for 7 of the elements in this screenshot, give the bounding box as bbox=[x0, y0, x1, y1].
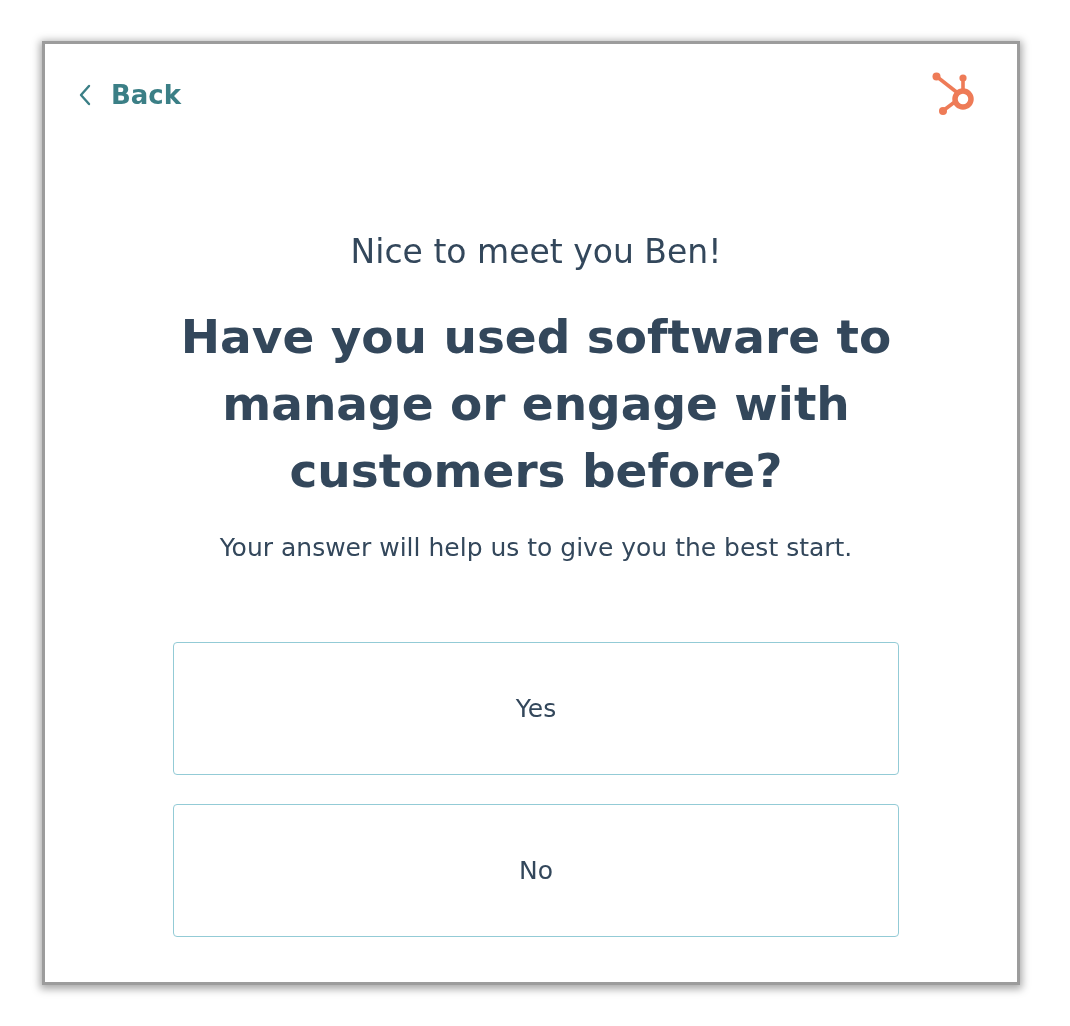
back-button[interactable]: Back bbox=[75, 77, 186, 113]
answer-option[interactable]: Yes bbox=[173, 642, 899, 775]
chevron-left-icon bbox=[79, 84, 91, 106]
question-heading: Have you used software to manage or engage with customers before? bbox=[179, 308, 893, 500]
answer-option[interactable]: No bbox=[173, 804, 899, 937]
greeting-text: Nice to meet you Ben! bbox=[350, 231, 722, 273]
hint-text: Your answer will help us to give you the best start. bbox=[219, 532, 853, 564]
